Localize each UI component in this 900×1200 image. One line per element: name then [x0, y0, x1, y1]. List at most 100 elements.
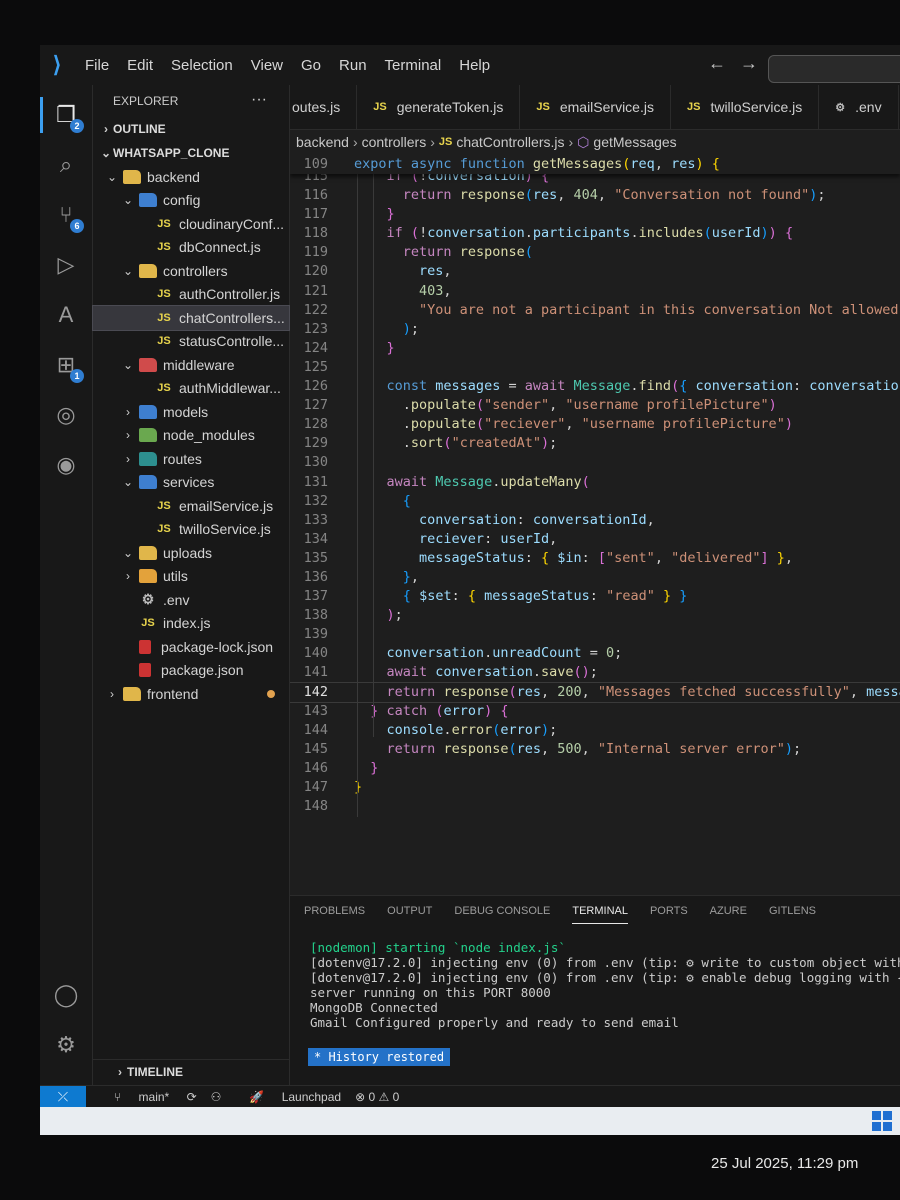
code-line[interactable]: 124 }: [290, 339, 900, 358]
breadcrumb-symbol[interactable]: getMessages: [593, 134, 676, 150]
extensions-icon[interactable]: ⊞ 1: [48, 347, 84, 383]
tree-folder[interactable]: › frontend: [93, 682, 289, 706]
windows-start-icon[interactable]: [872, 1111, 892, 1131]
code-line[interactable]: 145 return response(res, 500, "Internal …: [290, 740, 900, 759]
panel-tab-problems[interactable]: PROBLEMS: [304, 899, 365, 923]
tree-file[interactable]: JS twilloService.js: [93, 518, 289, 542]
code-line[interactable]: 118 if (!conversation.participants.inclu…: [290, 224, 900, 243]
code-line[interactable]: 131 await Message.updateMany(: [290, 473, 900, 492]
code-line[interactable]: 127 .populate("sender", "username profil…: [290, 396, 900, 415]
code-line[interactable]: 120 res,: [290, 262, 900, 281]
panel-tab-terminal[interactable]: TERMINAL: [572, 899, 628, 924]
menu-go[interactable]: Go: [294, 57, 328, 74]
code-line[interactable]: 132 {: [290, 492, 900, 511]
code-line[interactable]: 121 403,: [290, 282, 900, 301]
branch-status[interactable]: ⑂ main* ⟳: [100, 1090, 197, 1104]
tree-file[interactable]: JS chatControllers...: [92, 305, 290, 331]
tree-file[interactable]: package-lock.json: [93, 635, 289, 659]
panel-tab-ports[interactable]: PORTS: [650, 899, 688, 923]
tab-env[interactable]: ⚙ .env: [819, 85, 899, 129]
code-line[interactable]: 137 { $set: { messageStatus: "read" } }: [290, 587, 900, 606]
breadcrumb-controllers[interactable]: controllers: [362, 134, 427, 150]
code-line[interactable]: 126 const messages = await Message.find(…: [290, 377, 900, 396]
tree-file[interactable]: JS emailService.js: [93, 494, 289, 518]
breadcrumb-backend[interactable]: backend: [296, 134, 349, 150]
source-control-icon[interactable]: ⑂ 6: [48, 197, 84, 233]
account-icon[interactable]: ◯: [48, 977, 84, 1013]
git-graph-icon[interactable]: ◉: [48, 447, 84, 483]
menu-view[interactable]: View: [244, 57, 290, 74]
menu-edit[interactable]: Edit: [120, 57, 160, 74]
tab-twillo-service[interactable]: JS twilloService.js: [671, 85, 820, 129]
launchpad-status[interactable]: 🚀 Launchpad: [235, 1090, 341, 1104]
search-icon[interactable]: ⌕: [48, 147, 84, 183]
tree-file[interactable]: JS cloudinaryConf...: [93, 212, 289, 236]
code-line[interactable]: 146 }: [290, 759, 900, 778]
code-line[interactable]: 143 } catch (error) {: [290, 702, 900, 721]
back-arrow-icon[interactable]: ←: [708, 53, 740, 73]
menu-run[interactable]: Run: [332, 57, 374, 74]
tab-routes[interactable]: outes.js: [290, 85, 358, 129]
azure-icon[interactable]: A: [48, 297, 84, 333]
tree-folder[interactable]: › routes: [93, 447, 289, 471]
tree-file[interactable]: package.json: [93, 659, 289, 683]
command-center-search[interactable]: [768, 55, 900, 83]
tree-file[interactable]: JS authMiddlewar...: [93, 377, 289, 401]
code-line[interactable]: 140 conversation.unreadCount = 0;: [290, 644, 900, 663]
tree-folder[interactable]: ⌄ middleware: [93, 353, 289, 377]
settings-gear-icon[interactable]: ⚙: [48, 1027, 84, 1063]
terminal-output[interactable]: [nodemon] starting `node index.js` [doten…: [310, 940, 900, 1030]
code-line[interactable]: 134 reciever: userId,: [290, 530, 900, 549]
code-line[interactable]: 148: [290, 797, 900, 816]
run-debug-icon[interactable]: ▷: [48, 247, 84, 283]
code-editor[interactable]: 109 export async function getMessages(req…: [290, 155, 900, 895]
tree-folder[interactable]: › node_modules: [93, 424, 289, 448]
code-line[interactable]: 144 console.error(error);: [290, 721, 900, 740]
code-line[interactable]: 122 "You are not a participant in this c…: [290, 301, 900, 320]
tree-folder[interactable]: › utils: [93, 565, 289, 589]
tree-file[interactable]: JS authController.js: [93, 283, 289, 307]
tree-file[interactable]: JS dbConnect.js: [93, 236, 289, 260]
gitlens-icon[interactable]: ◎: [48, 397, 84, 433]
code-line[interactable]: 138 );: [290, 606, 900, 625]
code-line[interactable]: 147}: [290, 778, 900, 797]
panel-tab-debug-console[interactable]: DEBUG CONSOLE: [454, 899, 550, 923]
panel-tab-output[interactable]: OUTPUT: [387, 899, 432, 923]
tree-folder[interactable]: ⌄ config: [93, 189, 289, 213]
menu-terminal[interactable]: Terminal: [378, 57, 449, 74]
tree-file[interactable]: JS index.js: [93, 612, 289, 636]
gitlens-status-icon[interactable]: ⚇: [211, 1090, 222, 1104]
tree-folder[interactable]: ⌄ backend: [93, 165, 289, 189]
code-line[interactable]: 135 messageStatus: { $in: ["sent", "deli…: [290, 549, 900, 568]
problems-status[interactable]: ⊗ 0 ⚠ 0: [355, 1090, 399, 1104]
explorer-icon[interactable]: ❐ 2: [40, 97, 84, 133]
code-line[interactable]: 117 }: [290, 205, 900, 224]
menu-help[interactable]: Help: [452, 57, 497, 74]
outline-section[interactable]: › OUTLINE: [93, 117, 289, 141]
code-line[interactable]: 125: [290, 358, 900, 377]
panel-tab-gitlens[interactable]: GITLENS: [769, 899, 816, 923]
code-line[interactable]: 141 await conversation.save();: [290, 663, 900, 682]
menu-selection[interactable]: Selection: [164, 57, 240, 74]
tree-file[interactable]: ⚙ .env: [93, 588, 289, 612]
tab-email-service[interactable]: JS emailService.js: [520, 85, 671, 129]
tree-folder[interactable]: ⌄ uploads: [93, 541, 289, 565]
code-line[interactable]: 133 conversation: conversationId,: [290, 511, 900, 530]
code-line[interactable]: 119 return response(: [290, 243, 900, 262]
more-actions-icon[interactable]: ···: [251, 91, 267, 109]
code-line[interactable]: 139: [290, 625, 900, 644]
code-line[interactable]: 123 );: [290, 320, 900, 339]
panel-tab-azure[interactable]: AZURE: [710, 899, 747, 923]
tree-folder[interactable]: ⌄ services: [93, 471, 289, 495]
code-line[interactable]: 116 return response(res, 404, "Conversat…: [290, 186, 900, 205]
timeline-section[interactable]: › TIMELINE: [93, 1059, 309, 1084]
remote-indicator-icon[interactable]: ⤫: [40, 1086, 86, 1108]
code-line[interactable]: 142 return response(res, 200, "Messages …: [290, 681, 900, 703]
code-line[interactable]: 136 },: [290, 568, 900, 587]
breadcrumb-file[interactable]: chatControllers.js: [456, 134, 564, 150]
menu-file[interactable]: File: [78, 57, 116, 74]
code-line[interactable]: 128 .populate("reciever", "username prof…: [290, 415, 900, 434]
tab-generate-token[interactable]: JS generateToken.js: [357, 85, 521, 129]
code-line[interactable]: 129 .sort("createdAt");: [290, 434, 900, 453]
tree-file[interactable]: JS statusControlle...: [93, 330, 289, 354]
